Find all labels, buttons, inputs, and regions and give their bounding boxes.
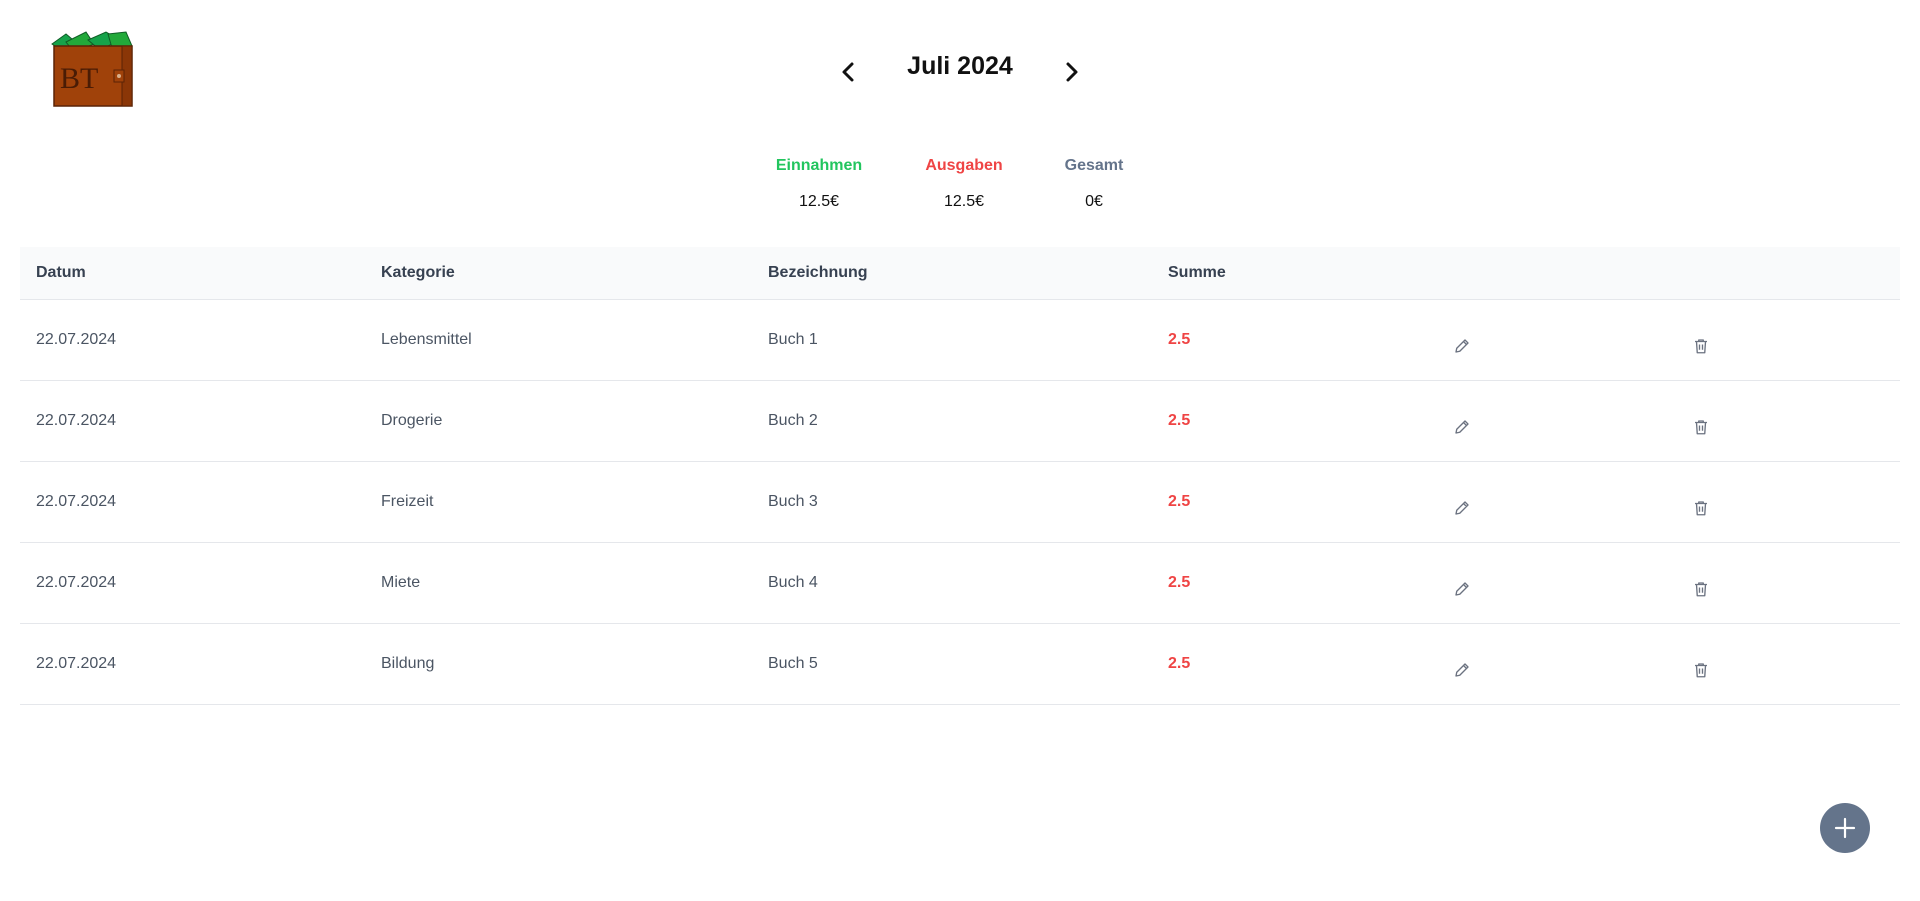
delete-button[interactable] bbox=[1691, 336, 1711, 356]
total-summary: Gesamt 0€ bbox=[1024, 155, 1164, 213]
delete-button[interactable] bbox=[1691, 498, 1711, 518]
edit-button[interactable] bbox=[1452, 498, 1472, 518]
add-entry-button[interactable] bbox=[1820, 803, 1870, 853]
row-category: Miete bbox=[381, 574, 421, 591]
table-row: 22.07.2024 Bildung Buch 5 2.5 bbox=[20, 624, 1900, 705]
row-category: Drogerie bbox=[381, 412, 443, 429]
income-label: Einnahmen bbox=[775, 157, 863, 174]
table-header: Datum Kategorie Bezeichnung Summe bbox=[20, 247, 1900, 300]
row-sum: 2.5 bbox=[1168, 574, 1191, 591]
row-date: 22.07.2024 bbox=[36, 412, 117, 429]
income-value: 12.5€ bbox=[798, 193, 840, 210]
row-category: Bildung bbox=[381, 655, 435, 672]
prev-month-button[interactable] bbox=[835, 58, 863, 86]
row-sum: 2.5 bbox=[1168, 412, 1191, 429]
month-title: Juli 2024 bbox=[907, 52, 1013, 80]
trash-icon bbox=[1695, 582, 1707, 597]
row-sum: 2.5 bbox=[1168, 655, 1191, 672]
chevron-left-icon bbox=[842, 62, 854, 82]
pencil-icon bbox=[1455, 501, 1469, 515]
row-sum: 2.5 bbox=[1168, 331, 1191, 348]
row-description: Buch 2 bbox=[768, 412, 818, 429]
next-month-button[interactable] bbox=[1057, 58, 1085, 86]
edit-button[interactable] bbox=[1452, 336, 1472, 356]
row-category: Lebensmittel bbox=[381, 331, 472, 348]
summary: Einnahmen 12.5€ Ausgaben 12.5€ Gesamt 0€ bbox=[0, 155, 1920, 215]
total-label: Gesamt bbox=[1064, 157, 1124, 174]
delete-button[interactable] bbox=[1691, 660, 1711, 680]
total-value: 0€ bbox=[1085, 193, 1103, 210]
pencil-icon bbox=[1455, 582, 1469, 596]
row-date: 22.07.2024 bbox=[36, 331, 117, 348]
income-summary: Einnahmen 12.5€ bbox=[749, 155, 889, 213]
trash-icon bbox=[1695, 501, 1707, 516]
header-sum: Summe bbox=[1168, 264, 1226, 281]
edit-button[interactable] bbox=[1452, 417, 1472, 437]
table-row: 22.07.2024 Lebensmittel Buch 1 2.5 bbox=[20, 300, 1900, 381]
chevron-right-icon bbox=[1066, 62, 1078, 82]
pencil-icon bbox=[1455, 663, 1469, 677]
trash-icon bbox=[1695, 339, 1707, 354]
table-row: 22.07.2024 Drogerie Buch 2 2.5 bbox=[20, 381, 1900, 462]
month-navigation: Juli 2024 bbox=[0, 48, 1920, 98]
table-row: 22.07.2024 Miete Buch 4 2.5 bbox=[20, 543, 1900, 624]
header-category: Kategorie bbox=[381, 264, 455, 281]
trash-icon bbox=[1695, 420, 1707, 435]
row-sum: 2.5 bbox=[1168, 493, 1191, 510]
row-description: Buch 3 bbox=[768, 493, 818, 510]
pencil-icon bbox=[1455, 339, 1469, 353]
transactions-table: Datum Kategorie Bezeichnung Summe 22.07.… bbox=[20, 247, 1900, 705]
pencil-icon bbox=[1455, 420, 1469, 434]
row-description: Buch 1 bbox=[768, 331, 818, 348]
expenses-value: 12.5€ bbox=[943, 193, 985, 210]
row-date: 22.07.2024 bbox=[36, 574, 117, 591]
row-date: 22.07.2024 bbox=[36, 493, 117, 510]
edit-button[interactable] bbox=[1452, 579, 1472, 599]
header-description: Bezeichnung bbox=[768, 264, 868, 281]
delete-button[interactable] bbox=[1691, 579, 1711, 599]
row-date: 22.07.2024 bbox=[36, 655, 117, 672]
delete-button[interactable] bbox=[1691, 417, 1711, 437]
table-row: 22.07.2024 Freizeit Buch 3 2.5 bbox=[20, 462, 1900, 543]
row-description: Buch 4 bbox=[768, 574, 818, 591]
edit-button[interactable] bbox=[1452, 660, 1472, 680]
row-description: Buch 5 bbox=[768, 655, 818, 672]
header-date: Datum bbox=[36, 264, 86, 281]
expenses-label: Ausgaben bbox=[925, 157, 1003, 174]
trash-icon bbox=[1695, 663, 1707, 678]
expenses-summary: Ausgaben 12.5€ bbox=[894, 155, 1034, 213]
row-category: Freizeit bbox=[381, 493, 434, 510]
plus-icon bbox=[1834, 817, 1856, 839]
